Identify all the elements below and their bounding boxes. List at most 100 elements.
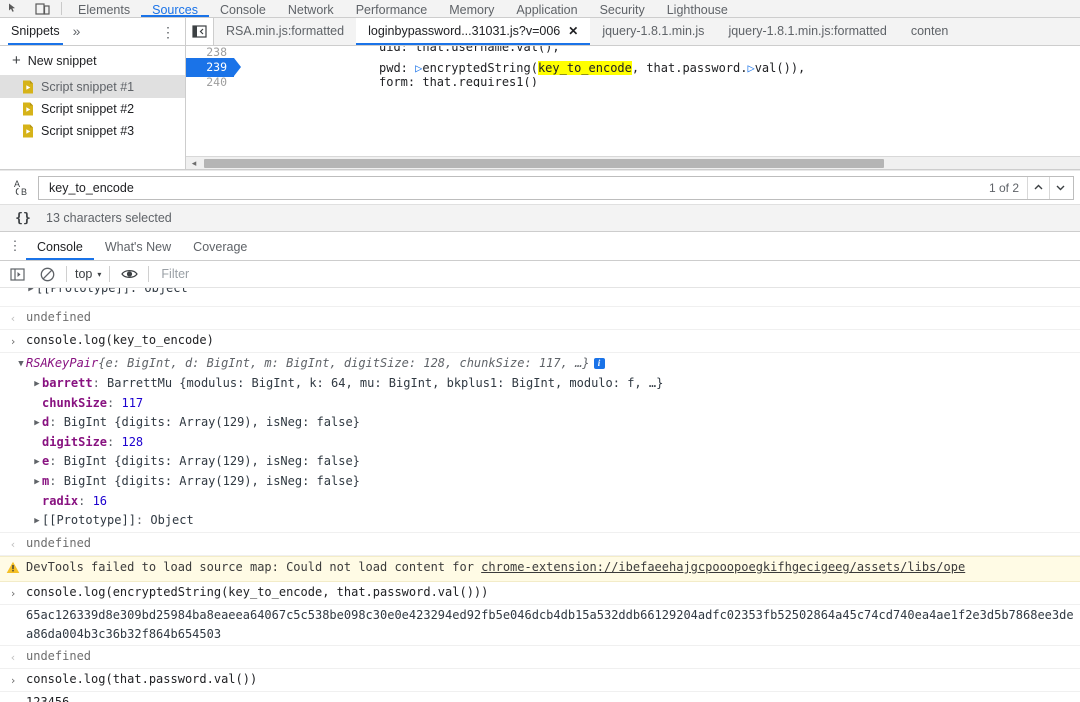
object-property-e: ▶ e: BigInt {digits: Array(129), isNeg: f… [0, 452, 1080, 472]
message-gutter [0, 304, 26, 305]
property-colon: : [49, 415, 64, 429]
snippet-item-1[interactable]: Script snippet #1 [0, 76, 185, 98]
message-gutter [0, 606, 26, 607]
script-file-icon [22, 80, 34, 94]
console-message-input-2: › console.log(encryptedString(key_to_enc… [0, 582, 1080, 605]
snippets-more-tabs-icon[interactable]: » [73, 18, 81, 45]
snippet-item-2[interactable]: Script snippet #2 [0, 98, 185, 120]
object-property-chunksize: chunkSize: 117 [0, 394, 1080, 413]
expand-triangle-icon[interactable]: ▶ [32, 453, 42, 472]
object-header[interactable]: ▼ RSAKeyPair{e: BigInt, d: BigInt, m: Big… [0, 354, 1080, 374]
panel-tab-network[interactable]: Network [277, 0, 345, 17]
editor-tab-loginbypassword[interactable]: loginbypassword...31031.js?v=006 ✕ [356, 18, 591, 45]
expand-triangle-icon[interactable]: ▶ [32, 414, 42, 433]
line-content: form: that.requires1() [379, 77, 538, 87]
sourcemap-url-link[interactable]: chrome-extension://ibefaeehajgcpooopoegk… [481, 560, 965, 574]
line-content-highlighted: pwd: ▷ encryptedString(key_to_encode, tha… [234, 60, 805, 75]
snippet-item-3[interactable]: Script snippet #3 [0, 120, 185, 142]
show-navigator-icon[interactable] [186, 18, 214, 45]
search-prev-button[interactable] [1027, 176, 1049, 199]
drawer-tab-console[interactable]: Console [26, 232, 94, 260]
editor-tab-jquery-min[interactable]: jquery-1.8.1.min.js [590, 18, 717, 45]
panel-tab-performance[interactable]: Performance [345, 0, 439, 17]
property-value: Object [150, 513, 194, 527]
warning-icon [0, 558, 26, 580]
svg-text:A: A [14, 179, 20, 189]
snippets-tab-title[interactable]: Snippets [8, 18, 63, 45]
console-filter-input[interactable] [153, 263, 1078, 285]
expand-triangle-icon[interactable]: ▶ [26, 288, 36, 299]
scroll-left-icon[interactable]: ◂ [186, 158, 202, 169]
editor-search-bar: A B 1 of 2 [0, 170, 1080, 204]
selection-status-bar: {} 13 characters selected [0, 204, 1080, 232]
console-sidebar-icon[interactable] [2, 262, 32, 287]
line-number-highlighted: 239 [186, 58, 241, 77]
search-result-count: 1 of 2 [988, 180, 1019, 195]
code-token-fn: encryptedString( [422, 60, 538, 75]
device-toolbar-icon[interactable] [28, 0, 56, 17]
panel-tab-elements[interactable]: Elements [67, 0, 141, 17]
property-value: BigInt {digits: Array(129), isNeg: false… [63, 474, 360, 488]
property-key: chunkSize [42, 396, 108, 410]
message-gutter: ‹ [9, 312, 17, 325]
editor-tab-label: conten [910, 24, 949, 38]
console-message-list: ▶ [[Prototype]]: Object ‹ undefined › con… [0, 288, 1080, 702]
panel-tab-application[interactable]: Application [505, 0, 588, 17]
console-message-password-output: 123456 [0, 692, 1080, 702]
chevron-down-icon: ▾ [97, 269, 102, 279]
new-snippet-button[interactable]: + New snippet [0, 46, 185, 76]
scrollbar-thumb[interactable] [204, 158, 884, 168]
more-tools-icon[interactable]: ⋮ [4, 239, 26, 252]
property-colon: : [49, 474, 64, 488]
editor-tab-strip: RSA.min.js:formatted loginbypassword...3… [186, 18, 1080, 46]
expand-triangle-icon[interactable]: ▶ [32, 375, 42, 394]
snippet-item-label: Script snippet #1 [41, 80, 135, 94]
devtools-window: Elements Sources Console Network Perform… [0, 0, 1080, 702]
close-icon[interactable]: ✕ [568, 18, 578, 45]
match-case-icon[interactable]: A B [6, 177, 38, 199]
panel-tab-sources[interactable]: Sources [141, 0, 209, 17]
expand-triangle-icon[interactable]: ▶ [32, 473, 42, 492]
message-text: undefined [26, 649, 92, 663]
editor-tab-jquery-formatted[interactable]: jquery-1.8.1.min.js:formatted [716, 18, 899, 45]
javascript-context-selector[interactable]: top ▾ [71, 267, 105, 281]
console-message-undefined-1: ‹ undefined [0, 307, 1080, 330]
collapse-triangle-icon[interactable]: ▼ [16, 355, 26, 374]
more-options-icon[interactable]: ⋮ [161, 25, 175, 39]
search-input[interactable] [47, 179, 981, 196]
format-braces-icon[interactable]: {} [0, 211, 46, 226]
console-message-input-3: › console.log(that.password.val()) [0, 669, 1080, 692]
info-badge-icon[interactable]: i [593, 358, 605, 369]
drawer-tab-whats-new[interactable]: What's New [94, 232, 182, 260]
panel-tab-memory[interactable]: Memory [438, 0, 505, 17]
script-file-icon [22, 124, 34, 138]
message-text: undefined [26, 310, 92, 324]
panel-tab-console[interactable]: Console [209, 0, 277, 17]
expand-triangle-icon[interactable]: ▶ [32, 512, 42, 531]
editor-horizontal-scrollbar[interactable]: ◂ [186, 156, 1080, 169]
code-editor[interactable]: 238 uid: that.username.val(), 239 pwd: ▷… [186, 46, 1080, 156]
message-gutter: › [9, 335, 17, 348]
console-message-undefined-3: ‹ undefined [0, 646, 1080, 669]
message-text: undefined [26, 536, 92, 550]
line-number: 240 [186, 77, 234, 87]
panel-tab-lighthouse[interactable]: Lighthouse [656, 0, 739, 17]
selection-status-text: 13 characters selected [46, 211, 172, 225]
console-message-prototype-tail: ▶ [[Prototype]]: Object [0, 288, 1080, 307]
editor-tab-content[interactable]: conten [898, 18, 961, 45]
message-gutter: › [9, 587, 17, 600]
editor-area: RSA.min.js:formatted loginbypassword...3… [186, 18, 1080, 169]
drawer-tab-coverage[interactable]: Coverage [182, 232, 258, 260]
panel-tab-security[interactable]: Security [589, 0, 656, 17]
clear-console-icon[interactable] [32, 262, 62, 287]
snippets-header: Snippets » ⋮ [0, 18, 185, 46]
search-next-button[interactable] [1049, 176, 1071, 199]
editor-tab-rsa-min-js[interactable]: RSA.min.js:formatted [214, 18, 357, 45]
search-input-wrapper[interactable]: 1 of 2 [38, 175, 1074, 200]
property-key: barrett [42, 376, 93, 390]
code-token-suffix: , that.password. [631, 60, 748, 75]
message-text: 123456 [26, 695, 70, 702]
inspect-element-icon[interactable] [0, 0, 28, 17]
search-match-highlight: key_to_encode [537, 60, 632, 75]
live-expression-icon[interactable] [114, 262, 144, 287]
